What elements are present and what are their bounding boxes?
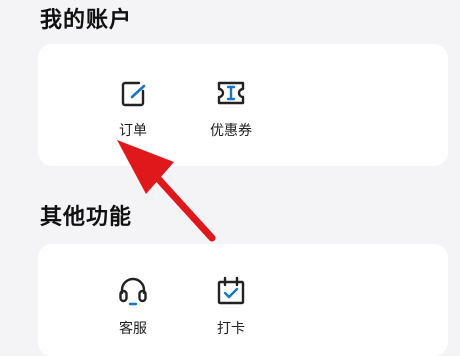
other-features-card: 客服 打卡 [38, 244, 448, 356]
customer-service-entry[interactable]: 客服 [88, 274, 178, 338]
account-card: 订单 优惠券 [38, 44, 448, 166]
coupon-ticket-icon [217, 81, 245, 105]
section-title-other-features: 其他功能 [40, 205, 133, 230]
coupon-label: 优惠券 [210, 123, 252, 139]
check-in-entry[interactable]: 打卡 [186, 274, 276, 338]
order-edit-icon [121, 81, 146, 107]
check-in-label: 打卡 [217, 321, 245, 337]
order-entry[interactable]: 订单 [88, 76, 178, 140]
section-title-my-account: 我的账户 [40, 8, 133, 33]
customer-service-label: 客服 [119, 321, 147, 337]
order-label: 订单 [119, 123, 147, 139]
coupon-entry[interactable]: 优惠券 [186, 76, 276, 140]
headset-icon [119, 277, 147, 306]
calendar-check-icon [217, 276, 245, 305]
